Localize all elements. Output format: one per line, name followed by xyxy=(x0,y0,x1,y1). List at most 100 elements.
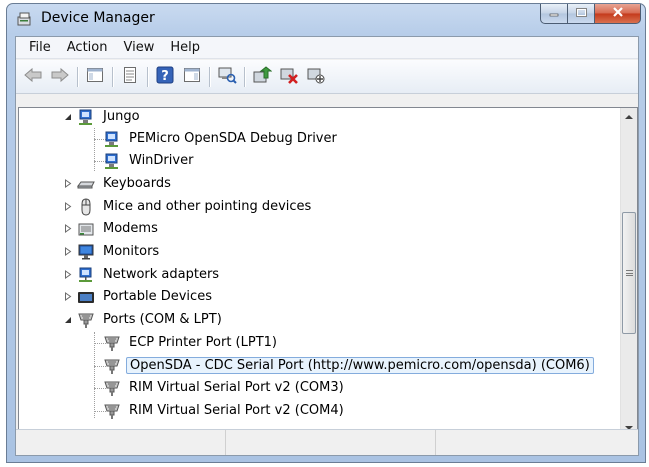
tree-label: ECP Printer Port (LPT1) xyxy=(129,335,277,350)
tree-node-jungo[interactable]: Jungo xyxy=(63,108,143,127)
portable-device-icon xyxy=(77,288,95,306)
port-connector-icon xyxy=(103,379,121,397)
tree-node-rim-virtual-serial-port-com4[interactable]: RIM Virtual Serial Port v2 (COM4) xyxy=(103,400,347,421)
network-adapter-icon xyxy=(77,266,95,284)
toolbar-separator xyxy=(147,66,148,87)
help-button[interactable]: ? xyxy=(153,65,177,89)
scan-hardware-icon xyxy=(217,66,237,88)
svg-text:?: ? xyxy=(161,69,169,84)
tree-node-monitors[interactable]: Monitors xyxy=(63,241,162,262)
tree-label: Monitors xyxy=(103,244,160,259)
jungo-device-icon xyxy=(77,108,95,126)
tree-node-network-adapters[interactable]: Network adapters xyxy=(63,264,222,285)
collapse-icon[interactable] xyxy=(63,112,73,122)
disable-button[interactable] xyxy=(304,65,328,89)
chevron-up-icon xyxy=(625,109,633,124)
monitor-icon xyxy=(77,243,95,261)
toolbar-separator xyxy=(112,66,113,87)
status-pane xyxy=(16,430,226,455)
back-button[interactable] xyxy=(21,65,45,89)
tree-label: WinDriver xyxy=(129,153,194,168)
menu-action[interactable]: Action xyxy=(59,37,116,59)
status-bar xyxy=(16,429,638,455)
title-bar[interactable]: Device Manager xyxy=(7,4,645,36)
action-pane-icon xyxy=(183,67,201,87)
menu-file[interactable]: File xyxy=(21,37,59,59)
tree-label-selected: OpenSDA - CDC Serial Port (http://www.pe… xyxy=(126,357,594,374)
client-area: File Action View Help ? Jungo PEMicro Op… xyxy=(15,36,639,456)
tree-node-keyboards[interactable]: Keyboards xyxy=(63,173,174,194)
tree-connector xyxy=(94,128,95,171)
expand-icon[interactable] xyxy=(63,202,73,212)
uninstall-button[interactable] xyxy=(277,65,301,89)
tree-node-mice[interactable]: Mice and other pointing devices xyxy=(63,196,314,217)
expand-icon[interactable] xyxy=(63,179,73,189)
tree-label: Jungo xyxy=(103,109,140,124)
show-hide-console-tree-button[interactable] xyxy=(83,65,107,89)
update-driver-icon xyxy=(252,65,273,88)
window-title: Device Manager xyxy=(41,10,155,26)
expand-icon[interactable] xyxy=(63,270,73,280)
tree-node-portable-devices[interactable]: Portable Devices xyxy=(63,286,215,307)
menu-bar: File Action View Help xyxy=(16,37,638,59)
scan-hardware-button[interactable] xyxy=(215,65,239,89)
vertical-scrollbar[interactable] xyxy=(620,108,637,436)
close-icon xyxy=(612,6,624,21)
usb-device-icon xyxy=(103,152,121,170)
properties-icon xyxy=(122,66,138,88)
tree-label: Portable Devices xyxy=(103,289,212,304)
action-pane-button[interactable] xyxy=(180,65,204,89)
back-icon xyxy=(23,67,43,87)
tree-node-pemicro-opensda-debug-driver[interactable]: PEMicro OpenSDA Debug Driver xyxy=(103,128,340,149)
tree-label: Ports (COM & LPT) xyxy=(103,312,222,327)
minimize-button[interactable] xyxy=(540,4,568,24)
collapse-icon[interactable] xyxy=(63,315,73,325)
minimize-icon xyxy=(549,6,559,21)
device-manager-window: Device Manager File Action View Help ? J… xyxy=(6,3,646,463)
maximize-button[interactable] xyxy=(568,4,595,24)
tree-label: RIM Virtual Serial Port v2 (COM4) xyxy=(129,403,344,418)
tree-label: PEMicro OpenSDA Debug Driver xyxy=(129,131,337,146)
toolbar-separator xyxy=(209,66,210,87)
forward-button[interactable] xyxy=(48,65,72,89)
scrollbar-grip xyxy=(626,270,633,276)
toolbar-separator xyxy=(77,66,78,87)
modem-icon xyxy=(77,220,95,238)
port-connector-icon xyxy=(103,402,121,420)
scrollbar-thumb[interactable] xyxy=(622,212,636,334)
menu-help[interactable]: Help xyxy=(162,37,208,59)
tree-connector xyxy=(94,332,95,418)
toolbar-separator xyxy=(244,66,245,87)
tree-node-opensda-cdc-serial-port[interactable]: OpenSDA - CDC Serial Port (http://www.pe… xyxy=(103,355,594,376)
tree-node-rim-virtual-serial-port-com3[interactable]: RIM Virtual Serial Port v2 (COM3) xyxy=(103,377,347,398)
port-connector-icon xyxy=(103,357,121,375)
scroll-up-button[interactable] xyxy=(621,108,637,125)
close-button[interactable] xyxy=(595,4,641,24)
forward-icon xyxy=(50,67,70,87)
port-connector-icon xyxy=(77,311,95,329)
tree-node-ecp-printer-port[interactable]: ECP Printer Port (LPT1) xyxy=(103,332,280,353)
show-hide-console-tree-icon xyxy=(86,67,104,87)
port-connector-icon xyxy=(103,334,121,352)
usb-device-icon xyxy=(103,130,121,148)
device-manager-app-icon xyxy=(17,12,33,26)
toolbar: ? xyxy=(16,60,638,94)
help-icon: ? xyxy=(156,66,174,88)
status-pane xyxy=(226,430,436,455)
update-driver-button[interactable] xyxy=(250,65,274,89)
tree-label: Mice and other pointing devices xyxy=(103,199,312,214)
expand-icon[interactable] xyxy=(63,224,73,234)
uninstall-icon xyxy=(279,66,299,88)
caption-buttons xyxy=(540,4,641,24)
tree-node-windriver[interactable]: WinDriver xyxy=(103,150,196,171)
menu-view[interactable]: View xyxy=(115,37,162,59)
properties-button[interactable] xyxy=(118,65,142,89)
tree-node-ports[interactable]: Ports (COM & LPT) xyxy=(63,309,225,330)
device-tree[interactable]: Jungo PEMicro OpenSDA Debug Driver WinDr… xyxy=(18,107,638,437)
tree-label: Modems xyxy=(103,221,158,236)
tree-label: Network adapters xyxy=(103,267,220,282)
expand-icon[interactable] xyxy=(63,247,73,257)
expand-icon[interactable] xyxy=(63,292,73,302)
keyboard-icon xyxy=(77,175,95,193)
tree-node-modems[interactable]: Modems xyxy=(63,218,161,239)
